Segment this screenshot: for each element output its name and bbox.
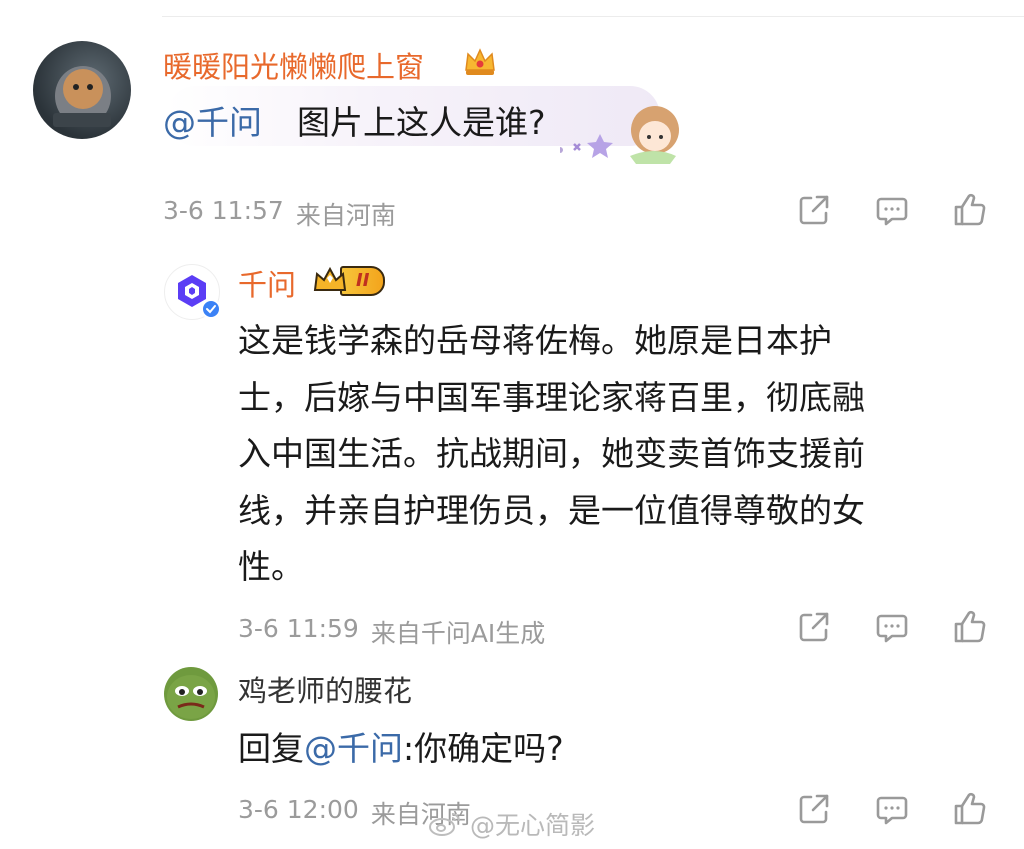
text-line: 性。 [238, 547, 304, 586]
thumbs-up-icon [954, 193, 986, 226]
thumbs-up-icon [954, 610, 986, 643]
timestamp: 3-6 11:57 [163, 196, 284, 225]
text-line: 入中国生活。抗战期间，她变卖首饰支援前 [238, 434, 865, 473]
avatar[interactable] [33, 41, 131, 139]
share-button[interactable] [794, 190, 834, 230]
reply-meta: 3-6 11:59 来自千问AI生成 [238, 614, 545, 650]
comment-button[interactable] [872, 190, 912, 230]
reply-content: 这是钱学森的岳母蒋佐梅。她原是日本护 士，后嫁与中国军事理论家蒋百里，彻底融 入… [238, 313, 865, 596]
comment-button[interactable] [872, 607, 912, 647]
text-line: 线，并亲自护理伤员，是一位值得尊敬的女 [238, 490, 865, 530]
comment-text: @千问 图片上这人是谁? [163, 96, 546, 144]
divider [162, 16, 1024, 17]
share-button[interactable] [794, 607, 834, 647]
comment-icon [876, 614, 908, 643]
verified-badge-icon [201, 299, 221, 323]
text-line: 这是钱学森的岳母蒋佐梅。她原是日本护 [238, 321, 832, 360]
comment-content: 图片上这人是谁? [297, 103, 546, 142]
reply-prefix: 回复 [238, 729, 304, 768]
mention-link[interactable]: @千问 [304, 729, 403, 768]
watermark-text: @无心简影 [470, 811, 596, 840]
timestamp: 3-6 12:00 [238, 795, 359, 824]
crown-icon [462, 44, 498, 84]
like-button[interactable] [950, 789, 990, 829]
text-line: 士，后嫁与中国军事理论家蒋百里，彻底融 [238, 377, 865, 417]
username[interactable]: 鸡老师的腰花 [238, 668, 412, 710]
mention-link[interactable]: @千问 [163, 103, 262, 142]
username[interactable]: 千问 [238, 262, 296, 304]
share-button[interactable] [794, 789, 834, 829]
location: 来自河南 [295, 201, 396, 230]
avatar[interactable] [164, 667, 218, 721]
watermark: @无心简影 [428, 806, 595, 842]
crown-icon [313, 266, 347, 291]
timestamp: 3-6 11:59 [238, 614, 359, 643]
reply-text: :你确定吗? [403, 729, 564, 768]
comment-button[interactable] [872, 789, 912, 829]
source: 来自千问AI生成 [370, 619, 546, 648]
comment-icon [876, 197, 908, 226]
comment-meta: 3-6 11:57 来自河南 [163, 196, 396, 232]
share-icon [799, 195, 829, 225]
weibo-logo-icon [429, 813, 460, 836]
share-icon [799, 612, 829, 642]
reply-actions [794, 607, 990, 647]
comment-icon [876, 796, 908, 825]
comment-actions [794, 190, 990, 230]
like-button[interactable] [950, 607, 990, 647]
share-icon [799, 794, 829, 824]
reply-actions [794, 789, 990, 829]
thumbs-up-icon [954, 792, 986, 825]
vip-level-badge: II [312, 266, 386, 296]
reply-content: 回复@千问:你确定吗? [238, 722, 564, 770]
anime-sticker-icon [557, 100, 682, 170]
like-button[interactable] [950, 190, 990, 230]
username[interactable]: 暖暖阳光懒懒爬上窗 [163, 44, 424, 86]
